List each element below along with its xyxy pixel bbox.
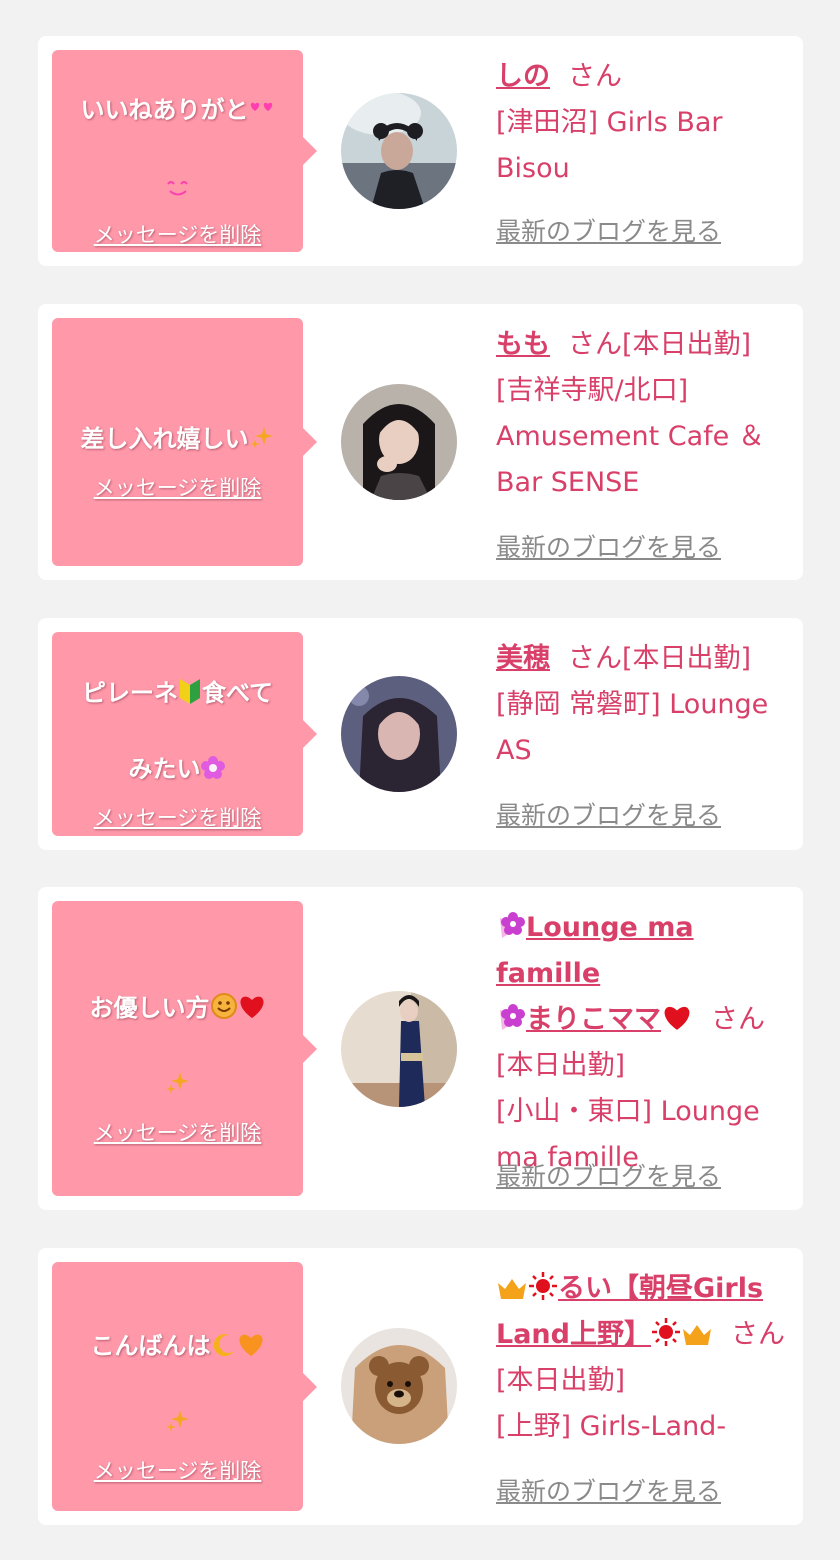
cast-name-line-1: るい【朝昼Girls	[558, 1273, 764, 1304]
flower-icon	[496, 1004, 526, 1035]
message-label: こんばんは	[90, 1331, 211, 1360]
message-bubble: お優しい方 メッセージを削除	[52, 901, 303, 1196]
avatar[interactable]	[341, 1328, 457, 1444]
heart-eyes-icon	[249, 96, 275, 124]
message-bubble: 差し入れ嬉しい メッセージを削除	[52, 318, 303, 566]
cast-name-link[interactable]: Lounge ma famille まりこママ	[496, 912, 694, 1035]
cast-info: るい【朝昼Girls Land上野】 さん[本日出勤] [上野] Girls-Lan…	[496, 1266, 796, 1450]
message-card: ピレーネ 食べて みたい メッセージを削除 美穂 さん[本日出勤] [静岡 常磐町]…	[38, 618, 803, 850]
smiley-icon	[210, 992, 238, 1022]
delete-message-link[interactable]: メッセージを削除	[94, 472, 262, 502]
message-label: 差し入れ嬉しい	[80, 425, 249, 453]
crown-icon	[496, 1273, 528, 1304]
cast-name-link[interactable]: るい【朝昼Girls Land上野】	[496, 1272, 764, 1350]
smiling-icon	[165, 172, 191, 200]
message-card: 差し入れ嬉しい メッセージを削除 もも さん[本日出勤] [吉祥寺駅/北口] Am…	[38, 304, 803, 580]
orange-heart-icon	[237, 1332, 265, 1360]
moon-icon	[211, 1332, 237, 1360]
sparkles-icon	[165, 1070, 191, 1098]
latest-blog-link[interactable]: 最新のブログを見る	[496, 1472, 721, 1508]
shop-name: [上野] Girls-Land-	[496, 1411, 727, 1442]
message-text: お優しい方	[90, 951, 266, 1103]
message-label-1: ピレーネ	[81, 679, 178, 707]
cast-info: しの さん [津田沼] Girls Bar Bisou	[496, 54, 792, 192]
message-card: お優しい方 メッセージを削除 Lounge ma famille まりこママ さん[…	[38, 887, 803, 1210]
message-text: ピレーネ 食べて みたい	[82, 636, 273, 788]
message-bubble: こんばんは メッセージを削除	[52, 1262, 303, 1511]
message-card: こんばんは メッセージを削除 るい【朝昼Girls Land上野】 さん[本日出勤]…	[38, 1248, 803, 1525]
delete-message-link[interactable]: メッセージを削除	[94, 802, 262, 832]
cast-name-link[interactable]: しの	[496, 61, 550, 92]
cast-info: 美穂 さん[本日出勤] [静岡 常磐町] Lounge AS	[496, 636, 792, 774]
cast-suffix: さん	[568, 61, 622, 92]
delete-message-link[interactable]: メッセージを削除	[94, 1455, 262, 1485]
sparkles-icon	[249, 425, 275, 453]
red-heart-icon	[238, 994, 266, 1022]
delete-message-link[interactable]: メッセージを削除	[94, 219, 262, 249]
beginner-mark-icon	[178, 679, 202, 707]
cast-name-line-1: Lounge ma famille	[496, 912, 694, 989]
avatar[interactable]	[341, 676, 457, 792]
message-label-2: みたい	[128, 755, 201, 783]
latest-blog-link[interactable]: 最新のブログを見る	[496, 212, 721, 248]
message-text: 差し入れ嬉しい	[81, 382, 275, 458]
message-bubble: ピレーネ 食べて みたい メッセージを削除	[52, 632, 303, 836]
sun-icon	[528, 1272, 558, 1304]
shop-name: [静岡 常磐町] Lounge AS	[496, 689, 769, 766]
cast-name-link[interactable]: 美穂	[496, 643, 550, 674]
cast-info: Lounge ma famille まりこママ さん[本日出勤] [小山・東口] L…	[496, 905, 796, 1181]
cast-info: もも さん[本日出勤] [吉祥寺駅/北口] Amusement Cafe ＆Bar…	[496, 322, 792, 506]
message-card: いいねありがと メッセージを削除 しの さん [津田沼] Girls Bar Bi…	[38, 36, 803, 266]
flower-icon	[200, 755, 226, 783]
latest-blog-link[interactable]: 最新のブログを見る	[496, 1157, 721, 1193]
message-bubble: いいねありがと メッセージを削除	[52, 50, 303, 252]
latest-blog-link[interactable]: 最新のブログを見る	[496, 528, 721, 564]
cast-name-line-2: Land上野】	[496, 1319, 651, 1350]
sparkles-icon	[165, 1408, 191, 1436]
avatar[interactable]	[341, 384, 457, 500]
latest-blog-link[interactable]: 最新のブログを見る	[496, 796, 721, 832]
shop-name: [津田沼] Girls Bar Bisou	[496, 107, 723, 184]
message-text: こんばんは	[91, 1289, 265, 1441]
cast-name-link[interactable]: もも	[496, 329, 550, 360]
flower-icon	[496, 912, 526, 943]
cast-suffix: さん[本日出勤]	[568, 643, 752, 674]
shop-name: [吉祥寺駅/北口] Amusement Cafe ＆Bar SENSE	[496, 375, 765, 498]
message-text: いいねありがと	[81, 53, 275, 205]
sun-icon	[651, 1318, 681, 1350]
message-label: いいねありがと	[80, 96, 249, 124]
message-label: お優しい方	[89, 993, 210, 1022]
delete-message-link[interactable]: メッセージを削除	[94, 1117, 262, 1147]
red-heart-icon	[661, 1004, 693, 1035]
crown-icon	[681, 1319, 713, 1350]
avatar[interactable]	[341, 991, 457, 1107]
cast-suffix: さん[本日出勤]	[568, 329, 752, 360]
message-label-1b: 食べて	[201, 679, 274, 707]
avatar[interactable]	[341, 93, 457, 209]
cast-name-line-2: まりこママ	[526, 1004, 661, 1035]
